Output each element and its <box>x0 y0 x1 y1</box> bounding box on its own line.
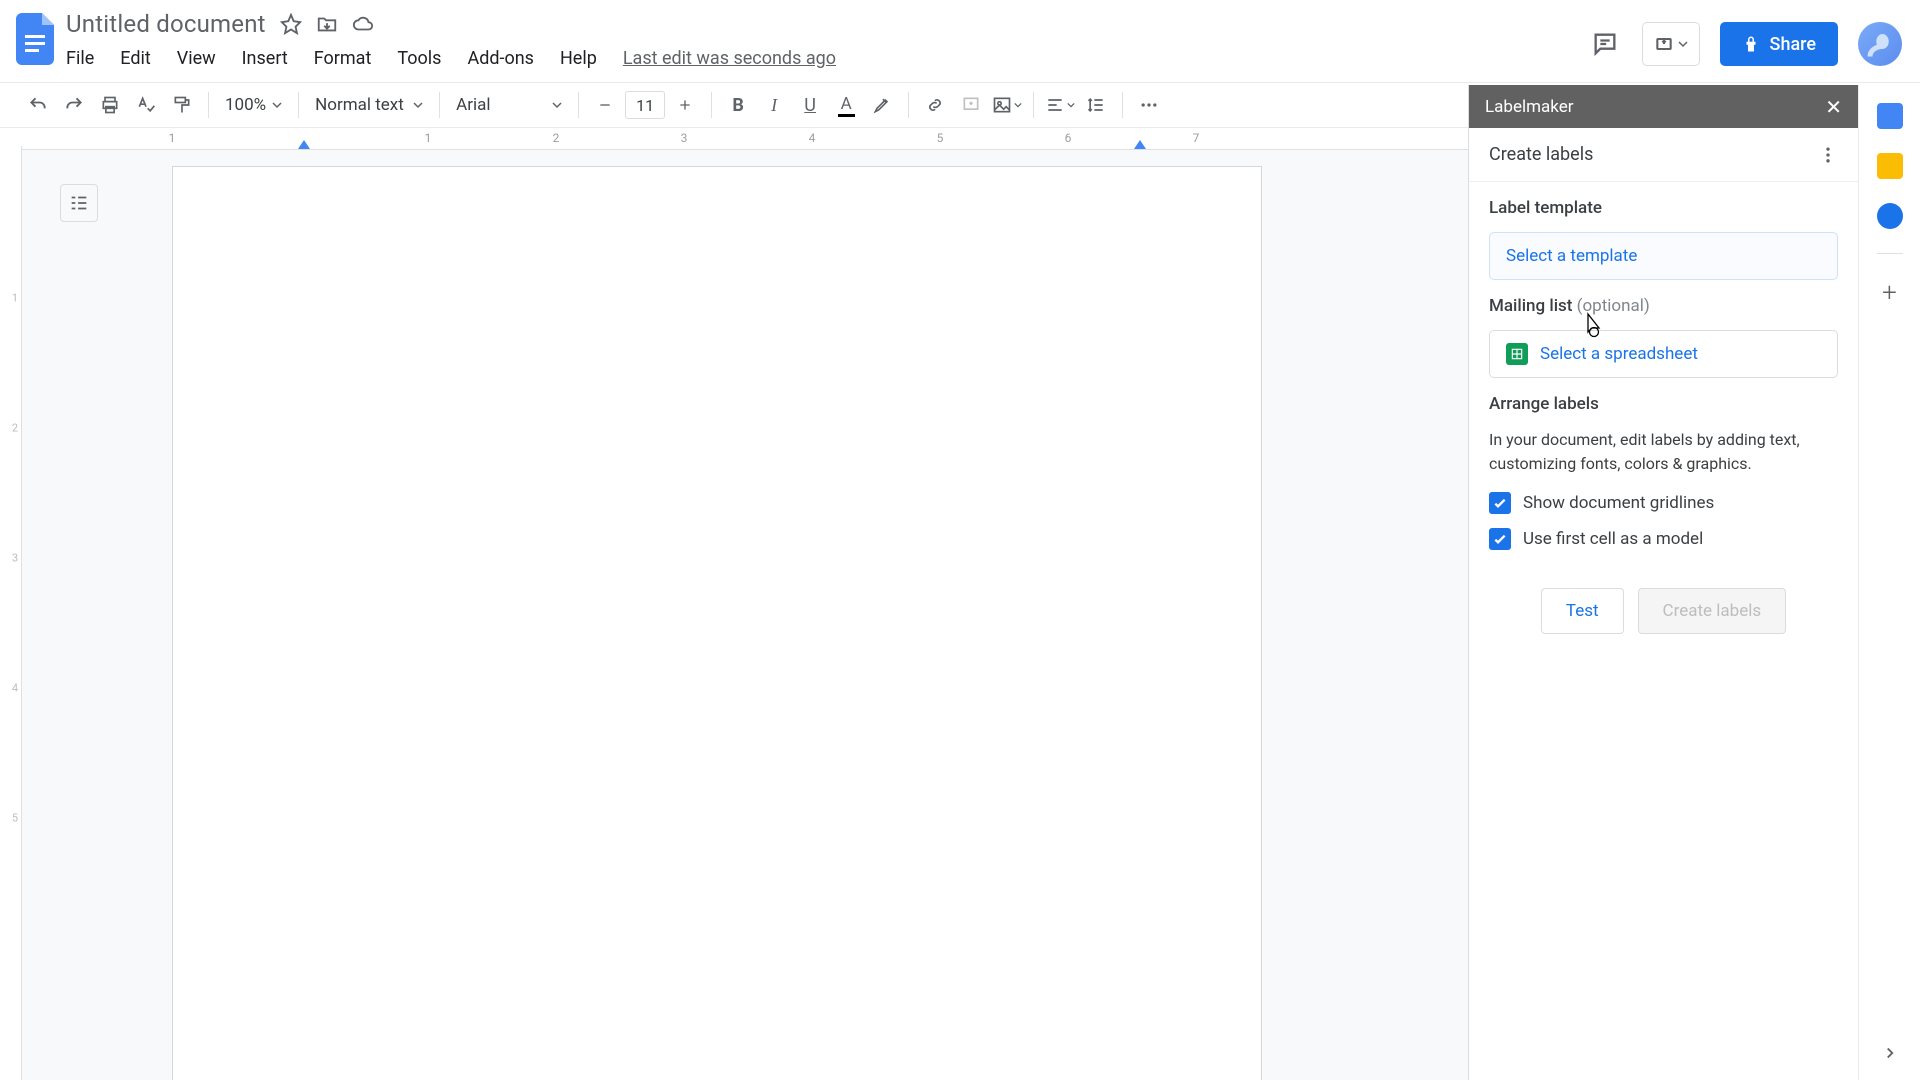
text-color-icon[interactable]: A <box>830 89 862 121</box>
indent-marker-left[interactable] <box>298 140 310 149</box>
checkbox-gridlines[interactable] <box>1489 492 1511 514</box>
print-icon[interactable] <box>94 89 126 121</box>
paragraph-style-select[interactable]: Normal text <box>309 95 429 115</box>
redo-icon[interactable] <box>58 89 90 121</box>
paint-format-icon[interactable] <box>166 89 198 121</box>
checkbox-gridlines-label: Show document gridlines <box>1523 493 1714 513</box>
document-title[interactable]: Untitled document <box>66 10 266 38</box>
cloud-status-icon[interactable] <box>352 13 374 35</box>
undo-icon[interactable] <box>22 89 54 121</box>
checkbox-firstcell[interactable] <box>1489 528 1511 550</box>
main-menu-bar: File Edit View Insert Format Tools Add-o… <box>66 38 1588 69</box>
menu-help[interactable]: Help <box>560 48 597 69</box>
present-button[interactable] <box>1642 22 1700 66</box>
spellcheck-icon[interactable] <box>130 89 162 121</box>
docs-logo-icon[interactable] <box>10 8 62 70</box>
menu-file[interactable]: File <box>66 48 94 69</box>
select-spreadsheet-button[interactable]: Select a spreadsheet <box>1489 330 1838 378</box>
align-icon[interactable] <box>1044 89 1076 121</box>
sheets-icon <box>1506 343 1528 365</box>
menu-view[interactable]: View <box>177 48 216 69</box>
insert-comment-icon[interactable] <box>955 89 987 121</box>
comments-icon[interactable] <box>1588 27 1622 61</box>
line-spacing-icon[interactable] <box>1080 89 1112 121</box>
indent-marker-right[interactable] <box>1134 140 1146 149</box>
keep-rail-icon[interactable] <box>1877 153 1903 179</box>
menu-edit[interactable]: Edit <box>120 48 150 69</box>
menu-addons[interactable]: Add-ons <box>467 48 534 69</box>
sidebar-overflow-icon[interactable] <box>1818 145 1838 165</box>
section-label-mailing: Mailing list (optional) <box>1489 296 1838 316</box>
increase-font-icon[interactable] <box>669 89 701 121</box>
share-label: Share <box>1770 34 1816 55</box>
sidebar-title: Create labels <box>1489 144 1593 165</box>
vertical-ruler: 1 2 3 4 5 <box>0 128 22 1080</box>
section-label-template: Label template <box>1489 198 1838 218</box>
zoom-select[interactable]: 100% <box>219 95 288 115</box>
menu-tools[interactable]: Tools <box>397 48 441 69</box>
menu-format[interactable]: Format <box>314 48 372 69</box>
create-labels-button[interactable]: Create labels <box>1638 588 1787 634</box>
italic-icon[interactable]: I <box>758 89 790 121</box>
side-panel-rail: + <box>1858 85 1920 1080</box>
decrease-font-icon[interactable] <box>589 89 621 121</box>
test-button[interactable]: Test <box>1541 588 1624 634</box>
document-page[interactable] <box>172 166 1262 1080</box>
menu-insert[interactable]: Insert <box>242 48 288 69</box>
star-icon[interactable] <box>280 13 302 35</box>
checkbox-firstcell-label: Use first cell as a model <box>1523 529 1703 549</box>
addon-sidebar: Labelmaker ✕ Create labels Label templat… <box>1468 85 1858 1080</box>
outline-toggle-button[interactable] <box>60 184 98 222</box>
expand-rail-icon[interactable] <box>1881 1044 1899 1062</box>
font-size-input[interactable]: 11 <box>625 91 665 119</box>
close-sidebar-icon[interactable]: ✕ <box>1825 95 1842 119</box>
add-addon-rail-icon[interactable]: + <box>1882 278 1897 308</box>
account-avatar[interactable] <box>1858 22 1902 66</box>
addon-name: Labelmaker <box>1485 97 1573 117</box>
select-template-button[interactable]: Select a template <box>1489 232 1838 280</box>
move-icon[interactable] <box>316 13 338 35</box>
arrange-description: In your document, edit labels by adding … <box>1489 428 1838 476</box>
underline-icon[interactable]: U <box>794 89 826 121</box>
tasks-rail-icon[interactable] <box>1877 203 1903 229</box>
font-select[interactable]: Arial <box>450 95 568 115</box>
calendar-rail-icon[interactable] <box>1877 103 1903 129</box>
highlight-icon[interactable] <box>866 89 898 121</box>
last-edit-link[interactable]: Last edit was seconds ago <box>623 48 836 69</box>
insert-image-icon[interactable] <box>991 89 1023 121</box>
section-label-arrange: Arrange labels <box>1489 394 1838 414</box>
insert-link-icon[interactable] <box>919 89 951 121</box>
share-button[interactable]: Share <box>1720 22 1838 66</box>
more-icon[interactable] <box>1133 89 1165 121</box>
bold-icon[interactable]: B <box>722 89 754 121</box>
